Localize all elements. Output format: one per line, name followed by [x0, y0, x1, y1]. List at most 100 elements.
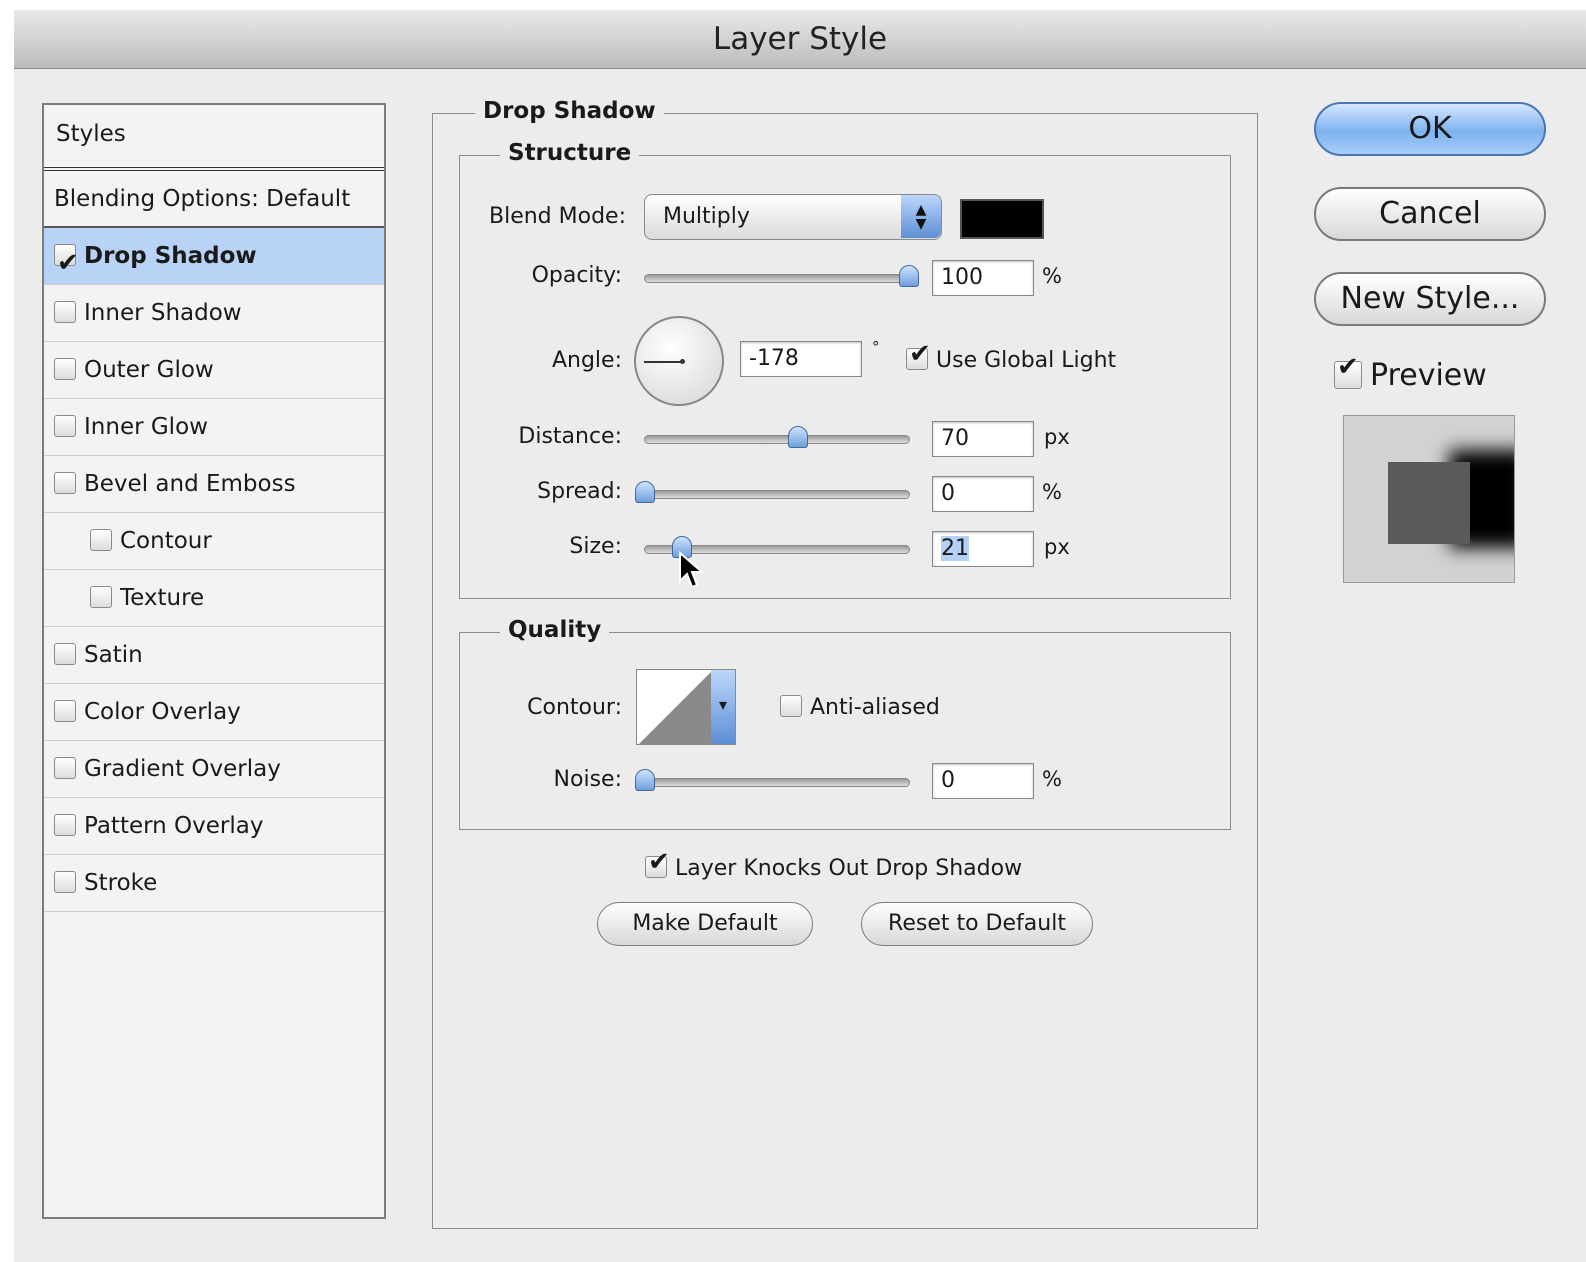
reset-to-default-button[interactable]: Reset to Default [861, 902, 1093, 946]
noise-slider-thumb[interactable] [635, 769, 655, 791]
style-item-pattern-overlay[interactable]: Pattern Overlay [44, 798, 384, 855]
checkbox-icon [645, 847, 670, 878]
angle-input[interactable]: -178 [740, 341, 862, 377]
style-item-stroke[interactable]: Stroke [44, 855, 384, 912]
preview-checkbox[interactable]: Preview [1334, 352, 1487, 393]
structure-group: Structure Blend Mode: Multiply ▲ ▼ Opacit… [459, 140, 1231, 599]
spread-label: Spread: [537, 479, 622, 504]
noise-unit: % [1042, 767, 1062, 791]
checkbox-icon[interactable] [54, 471, 76, 494]
checkbox-icon[interactable] [54, 756, 76, 779]
checkbox-icon [1334, 352, 1362, 389]
style-item-contour[interactable]: Contour [44, 513, 384, 570]
styles-list: Styles Blending Options: Default Drop Sh… [42, 103, 386, 1219]
style-item-label: Satin [84, 642, 143, 668]
use-global-light-label: Use Global Light [936, 348, 1117, 373]
spread-input[interactable]: 0 [932, 476, 1034, 512]
updown-arrows-icon: ▲ ▼ [901, 195, 941, 238]
checkbox-icon[interactable] [90, 528, 112, 551]
opacity-slider[interactable] [644, 265, 919, 287]
opacity-slider-thumb[interactable] [899, 265, 919, 287]
structure-title: Structure [500, 140, 640, 166]
spread-slider-thumb[interactable] [635, 481, 655, 503]
ok-button[interactable]: OK [1314, 102, 1546, 156]
angle-unit: ° [872, 338, 880, 356]
size-input[interactable]: 21 [932, 531, 1034, 567]
contour-label: Contour: [527, 695, 622, 720]
blending-options-item[interactable]: Blending Options: Default [44, 171, 384, 228]
opacity-input[interactable]: 100 [932, 260, 1034, 296]
angle-center-dot [680, 359, 685, 364]
layer-knocks-out-checkbox[interactable]: Layer Knocks Out Drop Shadow [645, 847, 1023, 881]
style-item-inner-glow[interactable]: Inner Glow [44, 399, 384, 456]
contour-curve-icon [639, 670, 713, 744]
noise-slider[interactable] [635, 769, 910, 791]
blend-mode-select[interactable]: Multiply ▲ ▼ [644, 194, 942, 240]
distance-unit: px [1044, 425, 1070, 449]
blend-mode-label: Blend Mode: [489, 204, 626, 229]
use-global-light-checkbox[interactable]: Use Global Light [906, 339, 1117, 373]
style-item-label: Inner Glow [84, 414, 208, 440]
style-item-label: Stroke [84, 870, 158, 896]
checkbox-icon [780, 695, 802, 717]
styles-header[interactable]: Styles [44, 105, 384, 171]
opacity-label: Opacity: [531, 263, 622, 288]
checkbox-icon[interactable] [54, 813, 76, 836]
checkbox-icon[interactable] [54, 642, 76, 665]
blend-mode-value: Multiply [663, 204, 750, 229]
checkbox-icon [906, 339, 931, 370]
checkbox-icon[interactable] [54, 357, 76, 380]
style-item-label: Inner Shadow [84, 300, 242, 326]
style-item-label: Outer Glow [84, 357, 214, 383]
drop-shadow-title: Drop Shadow [475, 98, 664, 124]
style-item-label: Drop Shadow [84, 243, 257, 269]
style-item-satin[interactable]: Satin [44, 627, 384, 684]
checkbox-icon[interactable] [54, 300, 76, 323]
layer-knocks-out-label: Layer Knocks Out Drop Shadow [675, 856, 1023, 881]
style-item-gradient-overlay[interactable]: Gradient Overlay [44, 741, 384, 798]
make-default-button[interactable]: Make Default [597, 902, 813, 946]
contour-picker[interactable]: ▾ [636, 669, 736, 745]
preview-label: Preview [1370, 358, 1487, 393]
style-item-bevel-and-emboss[interactable]: Bevel and Emboss [44, 456, 384, 513]
new-style-button[interactable]: New Style... [1314, 272, 1546, 326]
quality-title: Quality [500, 617, 610, 643]
opacity-unit: % [1042, 264, 1062, 288]
style-item-label: Texture [120, 585, 205, 611]
distance-slider-thumb[interactable] [788, 426, 809, 448]
quality-group: Quality Contour: ▾ Anti-aliased Noise: 0… [459, 617, 1231, 830]
size-unit: px [1044, 535, 1070, 559]
checkbox-icon[interactable] [54, 235, 79, 291]
style-item-inner-shadow[interactable]: Inner Shadow [44, 285, 384, 342]
cancel-button[interactable]: Cancel [1314, 187, 1546, 241]
checkbox-icon[interactable] [90, 585, 112, 608]
angle-dial[interactable] [634, 316, 724, 406]
style-preview-thumbnail [1343, 415, 1515, 583]
mouse-cursor-icon [679, 551, 705, 589]
checkbox-icon[interactable] [54, 870, 76, 893]
style-item-color-overlay[interactable]: Color Overlay [44, 684, 384, 741]
distance-slider[interactable] [644, 426, 910, 448]
distance-input[interactable]: 70 [932, 421, 1034, 457]
checkbox-icon[interactable] [54, 699, 76, 722]
window-title: Layer Style [712, 21, 888, 57]
anti-aliased-label: Anti-aliased [810, 695, 940, 720]
shadow-color-swatch[interactable] [960, 199, 1044, 239]
anti-aliased-checkbox[interactable]: Anti-aliased [780, 695, 940, 720]
style-item-outer-glow[interactable]: Outer Glow [44, 342, 384, 399]
checkbox-icon[interactable] [54, 414, 76, 437]
style-item-label: Pattern Overlay [84, 813, 264, 839]
dropdown-arrow-icon: ▾ [711, 670, 735, 744]
spread-slider[interactable] [635, 481, 910, 503]
style-item-label: Gradient Overlay [84, 756, 281, 782]
style-item-texture[interactable]: Texture [44, 570, 384, 627]
noise-label: Noise: [553, 767, 622, 792]
spread-unit: % [1042, 480, 1062, 504]
style-item-label: Color Overlay [84, 699, 241, 725]
size-label: Size: [569, 534, 622, 559]
distance-label: Distance: [518, 424, 622, 449]
noise-input[interactable]: 0 [932, 763, 1034, 799]
title-bar[interactable]: Layer Style [14, 10, 1586, 69]
style-item-label: Contour [120, 528, 212, 554]
style-item-drop-shadow[interactable]: Drop Shadow [44, 228, 384, 291]
